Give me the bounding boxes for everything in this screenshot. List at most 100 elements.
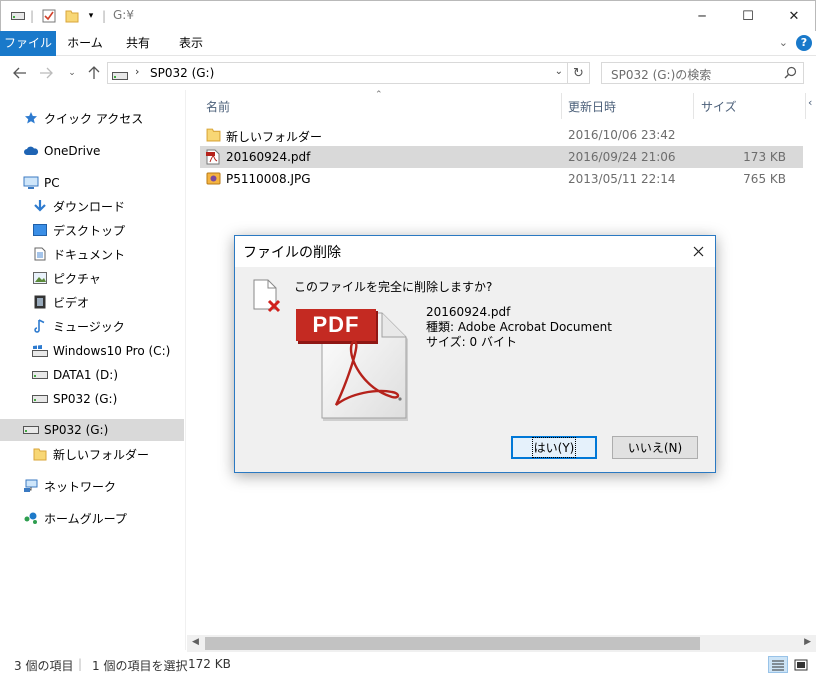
column-divider[interactable]	[561, 93, 562, 119]
sidebar-item-documents[interactable]: ドキュメント	[31, 243, 125, 265]
delete-file-dialog: ファイルの削除 このファイルを完全に削除しますか? PDF 20160924.p…	[234, 235, 716, 473]
no-button[interactable]: いいえ(N)	[612, 436, 698, 459]
file-size: 765 KB	[743, 172, 786, 186]
column-header-date[interactable]: 更新日時	[568, 95, 616, 117]
drive-icon	[31, 367, 49, 383]
dialog-file-name: 20160924.pdf	[426, 305, 511, 319]
sidebar-item-label: ミュージック	[53, 319, 125, 334]
sidebar-item-desktop[interactable]: デスクトップ	[31, 219, 125, 241]
address-bar[interactable]: › SP032 (G:) ⌄ ↻	[107, 62, 590, 84]
file-row[interactable]: P5110008.JPG 2013/05/11 22:14 765 KB	[200, 168, 803, 190]
sidebar-item-label: クイック アクセス	[44, 111, 144, 126]
sidebar-item-pc[interactable]: PC	[22, 172, 60, 194]
status-bar: 3 個の項目 | 1 個の項目を選択 172 KB	[0, 652, 816, 676]
title-bar: | ▾ | G:¥ ─ ☐ ✕	[0, 0, 816, 31]
file-date: 2016/09/24 21:06	[568, 150, 676, 164]
star-icon	[22, 110, 40, 126]
scroll-left-icon[interactable]: ◀	[192, 637, 199, 647]
picture-icon	[31, 270, 49, 286]
sidebar-item-videos[interactable]: ビデオ	[31, 291, 89, 313]
selection-count: 1 個の項目を選択	[92, 659, 188, 673]
sidebar-item-drive-g-root[interactable]: SP032 (G:)	[0, 419, 184, 441]
status-divider: |	[78, 657, 83, 671]
sidebar-item-onedrive[interactable]: OneDrive	[22, 140, 100, 162]
sidebar-item-drive-g[interactable]: SP032 (G:)	[31, 388, 117, 410]
file-date: 2016/10/06 23:42	[568, 128, 676, 142]
sidebar-item-label: ビデオ	[53, 295, 90, 310]
up-button[interactable]	[84, 63, 104, 83]
drive-icon[interactable]	[9, 7, 27, 25]
expand-ribbon-icon[interactable]: ⌄	[779, 36, 788, 49]
sidebar-item-drive-c[interactable]: Windows10 Pro (C:)	[31, 340, 170, 362]
toolbar-separator: |	[29, 9, 35, 23]
navigation-pane: クイック アクセス OneDrive PC ダウンロード デスクトップ ドキュメ…	[0, 90, 186, 650]
breadcrumb[interactable]: SP032 (G:)	[150, 66, 214, 80]
dialog-title: ファイルの削除	[243, 245, 341, 261]
search-icon[interactable]	[784, 66, 797, 82]
recent-locations-icon[interactable]: ⌄	[62, 63, 82, 83]
system-drive-icon	[31, 343, 49, 359]
help-icon[interactable]: ?	[796, 35, 812, 51]
column-header-size[interactable]: サイズ	[701, 95, 737, 117]
document-icon	[31, 246, 49, 262]
sidebar-item-pictures[interactable]: ピクチャ	[31, 267, 101, 289]
refresh-button[interactable]: ↻	[567, 63, 589, 83]
column-header-name[interactable]: 名前	[206, 95, 230, 117]
sidebar-item-drive-d[interactable]: DATA1 (D:)	[31, 364, 118, 386]
sidebar-item-label: ネットワーク	[44, 479, 117, 494]
sidebar-item-downloads[interactable]: ダウンロード	[31, 195, 125, 217]
tab-home[interactable]: ホーム	[62, 31, 108, 56]
sidebar-item-label: ドキュメント	[53, 247, 126, 262]
dialog-close-button[interactable]	[681, 236, 715, 266]
dialog-file-type: 種類: Adobe Acrobat Document	[426, 320, 612, 334]
breadcrumb-chevron-icon[interactable]: ›	[135, 65, 139, 78]
file-name: P5110008.JPG	[226, 172, 311, 186]
forward-button[interactable]	[36, 63, 56, 83]
file-row[interactable]: 新しいフォルダー 2016/10/06 23:42	[200, 124, 803, 146]
column-divider[interactable]	[805, 93, 806, 119]
sidebar-item-quick-access[interactable]: クイック アクセス	[22, 107, 143, 129]
sidebar-item-network[interactable]: ネットワーク	[22, 475, 116, 497]
horizontal-scrollbar[interactable]: ◀ ▶	[187, 635, 816, 652]
minimize-button[interactable]: ─	[679, 1, 725, 31]
image-file-icon	[206, 171, 221, 189]
sidebar-item-label: 新しいフォルダー	[53, 447, 150, 462]
tab-share[interactable]: 共有	[116, 31, 160, 56]
search-input[interactable]: SP032 (G:)の検索	[601, 62, 804, 84]
column-divider[interactable]	[693, 93, 694, 119]
details-view-button[interactable]	[768, 656, 788, 673]
homegroup-icon	[22, 510, 40, 526]
file-name: 20160924.pdf	[226, 150, 311, 164]
sidebar-item-music[interactable]: ミュージック	[31, 315, 125, 337]
network-icon	[22, 478, 40, 494]
monitor-icon	[22, 175, 40, 191]
large-icons-view-button[interactable]	[791, 656, 811, 673]
properties-icon[interactable]	[40, 7, 58, 25]
folder-icon	[206, 127, 221, 145]
sidebar-item-label: ピクチャ	[53, 271, 101, 286]
sidebar-item-label: OneDrive	[44, 144, 101, 158]
sidebar-item-label: DATA1 (D:)	[53, 368, 119, 382]
search-placeholder: SP032 (G:)の検索	[611, 68, 712, 82]
sidebar-item-label: ダウンロード	[53, 199, 126, 214]
drive-icon	[22, 422, 40, 438]
scrollbar-thumb[interactable]	[205, 637, 700, 650]
tab-file[interactable]: ファイル	[0, 31, 56, 56]
file-row[interactable]: 20160924.pdf 2016/09/24 21:06 173 KB	[200, 146, 803, 168]
sidebar-item-homegroup[interactable]: ホームグループ	[22, 507, 127, 529]
scroll-right-icon[interactable]: ▶	[804, 637, 811, 647]
tab-view[interactable]: 表示	[168, 31, 214, 56]
dialog-file-size: サイズ: 0 バイト	[426, 335, 517, 349]
file-name: 新しいフォルダー	[226, 130, 323, 144]
customize-toolbar-icon[interactable]: ▾	[85, 7, 97, 25]
yes-button[interactable]: はい(Y)	[511, 436, 597, 459]
sidebar-item-new-folder[interactable]: 新しいフォルダー	[31, 443, 149, 465]
address-dropdown-icon[interactable]: ⌄	[555, 66, 563, 77]
close-button[interactable]: ✕	[771, 1, 816, 31]
new-folder-icon[interactable]	[63, 7, 81, 25]
window-title: G:¥	[113, 8, 134, 22]
back-button[interactable]	[10, 63, 30, 83]
pdf-icon	[206, 149, 220, 168]
maximize-button[interactable]: ☐	[725, 1, 771, 31]
sidebar-item-label: デスクトップ	[53, 223, 126, 238]
